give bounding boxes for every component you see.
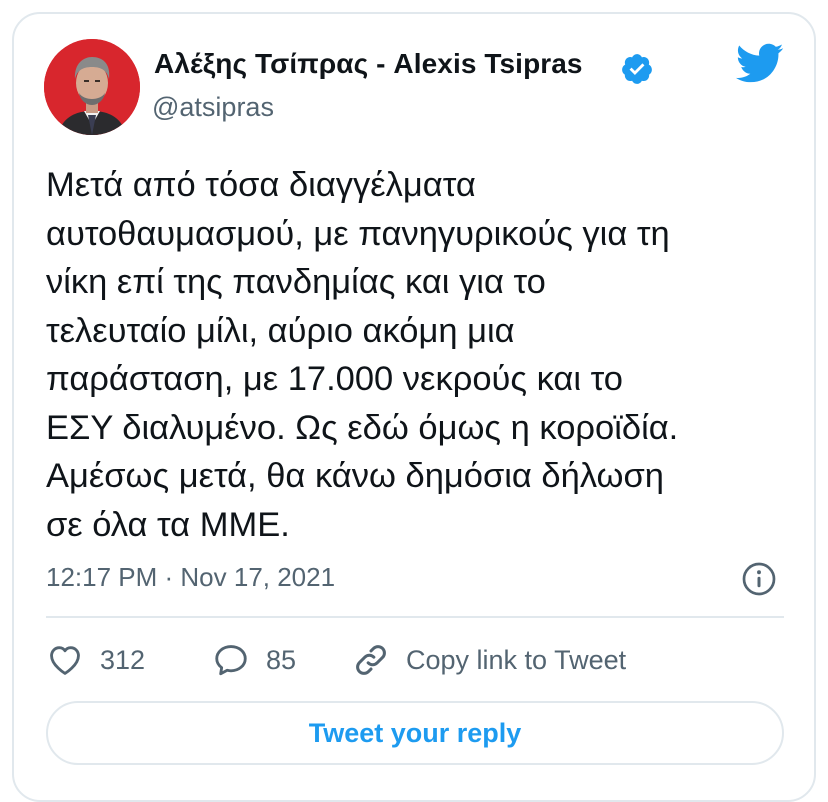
- verified-badge-icon: [622, 54, 652, 84]
- like-button[interactable]: 312: [46, 638, 145, 682]
- copy-link-label: Copy link to Tweet: [406, 644, 627, 675]
- avatar-photo: [44, 39, 140, 135]
- tweet-your-reply-button[interactable]: Tweet your reply: [46, 701, 784, 765]
- author-display-name[interactable]: Αλέξης Τσίπρας - Alexis Tsipras: [154, 48, 583, 80]
- speech-bubble-icon: [215, 645, 247, 676]
- tweet-text-line: Αμέσως μετά, θα κάνω δημόσια δήλωση: [46, 457, 664, 495]
- divider: [46, 616, 784, 618]
- tweet-text-line: Μετά από τόσα διαγγέλματα: [46, 166, 476, 204]
- tweet-text-line: ΕΣΥ διαλυμένο. Ως εδώ όμως η κοροϊδία.: [46, 408, 679, 447]
- reply-count: 85: [266, 644, 297, 675]
- tweet-text: Μετά από τόσα διαγγέλματα αυτοθαυμασμού,…: [46, 161, 786, 549]
- heart-icon: [50, 646, 80, 675]
- reply-button[interactable]: 85: [212, 638, 296, 682]
- twitter-bird-icon[interactable]: [734, 42, 784, 84]
- tweet-text-line: αυτοθαυμασμού, με πανηγυρικούς για τη: [46, 214, 670, 253]
- copy-link-button[interactable]: Copy link to Tweet: [352, 638, 626, 682]
- tweet-text-line: τελευταίο μίλι, αύριο ακόμη μια: [46, 311, 515, 350]
- author-handle[interactable]: @atsipras: [152, 92, 274, 123]
- like-count: 312: [100, 644, 146, 675]
- tweet-text-line: νίκη επί της πανδημίας και για το: [46, 263, 546, 301]
- tweet-text-line: παράσταση, με 17.000 νεκρούς και το: [46, 360, 623, 398]
- link-icon: [356, 645, 386, 675]
- tweet-text-line: σε όλα τα ΜΜΕ.: [46, 505, 290, 544]
- tweet-timestamp[interactable]: 12:17 PM · Nov 17, 2021: [46, 562, 335, 593]
- info-icon[interactable]: [741, 561, 777, 597]
- avatar[interactable]: [44, 39, 140, 135]
